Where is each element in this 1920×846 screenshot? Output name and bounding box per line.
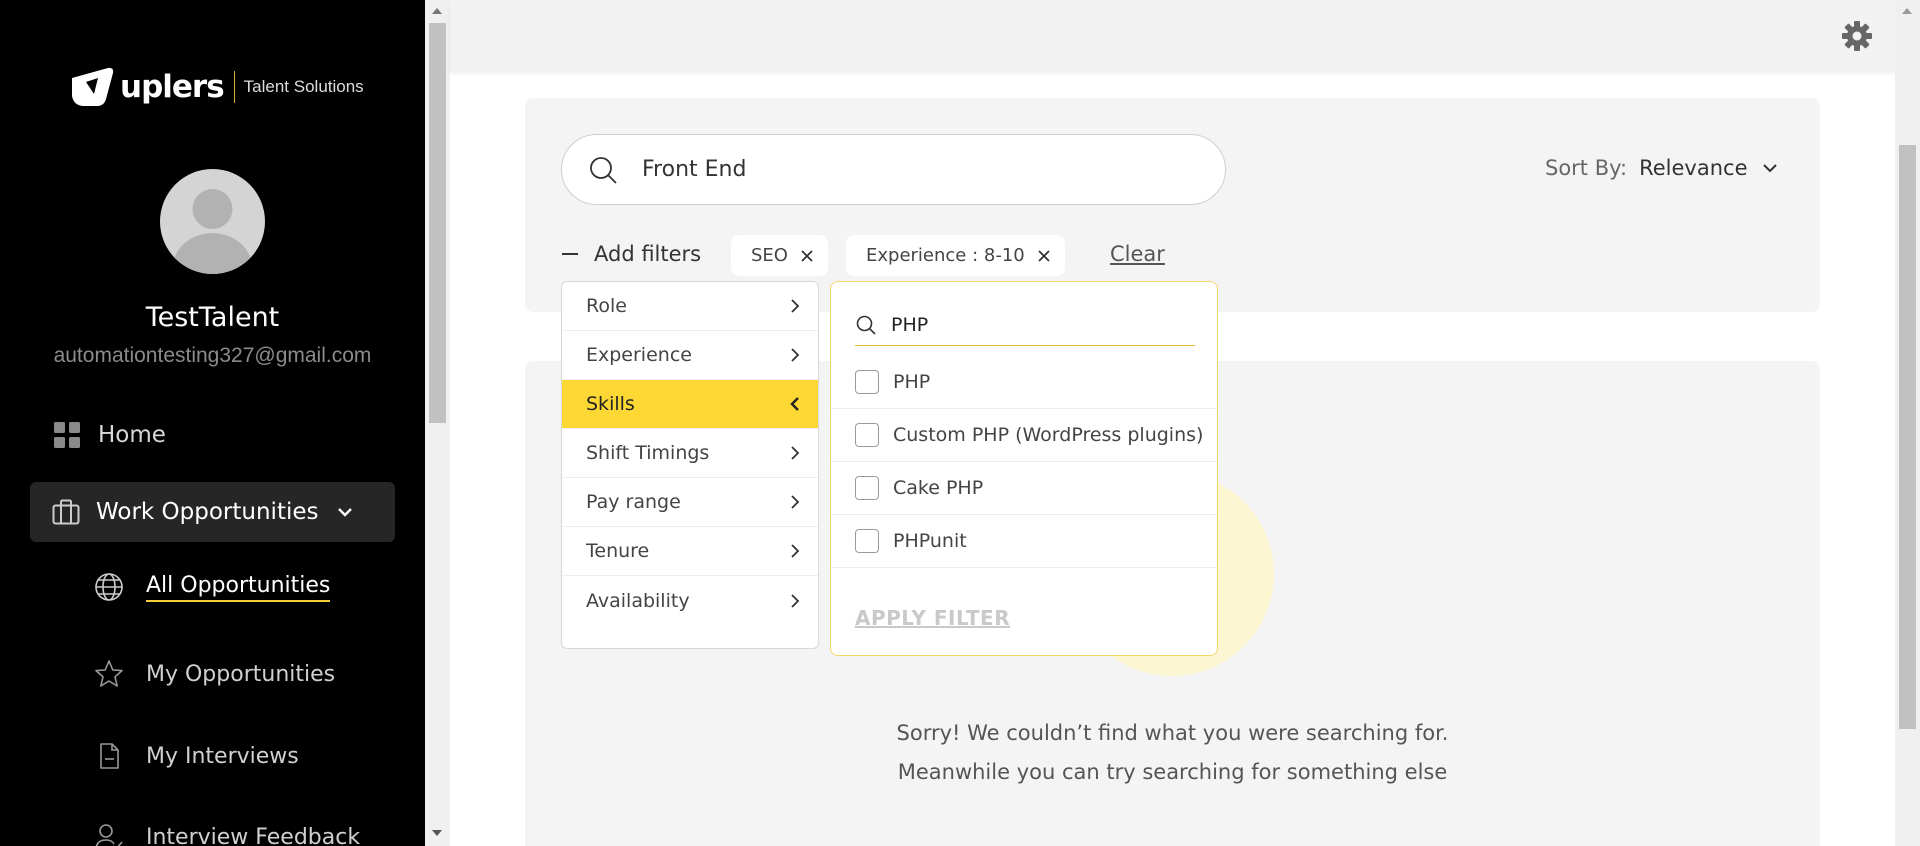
chevron-right-icon <box>791 495 800 509</box>
close-icon[interactable] <box>800 249 814 263</box>
profile-email: automationtesting327@gmail.com <box>53 344 372 367</box>
filter-category-label: Tenure <box>586 540 650 562</box>
nav-home[interactable]: Home <box>54 422 166 448</box>
filter-chip-seo: SEO <box>731 235 828 276</box>
search-icon <box>856 315 876 335</box>
add-filters-label: Add filters <box>594 242 702 266</box>
nav-interview-feedback-label: Interview Feedback <box>146 824 361 846</box>
chevron-down-icon <box>1762 164 1777 173</box>
profile-name: TestTalent <box>145 302 280 333</box>
skill-option[interactable]: Custom PHP (WordPress plugins) <box>831 409 1217 462</box>
checkbox[interactable] <box>855 476 879 500</box>
nav-work-label: Work Opportunities <box>96 499 319 525</box>
grid-icon <box>54 422 80 448</box>
chevron-right-icon <box>791 299 800 313</box>
document-icon <box>100 743 119 769</box>
sort-dropdown[interactable]: Sort By: Relevance <box>1545 156 1778 180</box>
uplers-logo-icon <box>72 67 114 106</box>
avatar[interactable] <box>160 169 265 274</box>
logo-wordmark: uplers <box>120 69 225 105</box>
filter-category-availability[interactable]: Availability <box>562 576 818 625</box>
user-check-icon <box>95 824 123 846</box>
filter-category-label: Experience <box>586 344 692 366</box>
filter-category-label: Pay range <box>586 491 681 513</box>
scroll-down-arrow-icon[interactable] <box>432 830 442 836</box>
sidebar: uplers Talent Solutions TestTalent autom… <box>0 0 425 846</box>
search-input[interactable]: Front End <box>561 134 1226 205</box>
logo[interactable]: uplers Talent Solutions <box>68 66 364 108</box>
search-value: Front End <box>642 157 747 182</box>
close-icon[interactable] <box>1037 249 1051 263</box>
chevron-right-icon <box>791 446 800 460</box>
top-bar <box>450 0 1897 72</box>
filter-category-label: Skills <box>586 393 635 415</box>
chevron-down-icon <box>337 508 352 517</box>
skill-option[interactable]: Cake PHP <box>831 462 1217 515</box>
filter-category-shift-timings[interactable]: Shift Timings <box>562 429 818 478</box>
skill-option-label: PHPunit <box>893 530 967 552</box>
chevron-right-icon <box>791 593 800 608</box>
sidebar-scrollbar[interactable] <box>425 0 450 846</box>
skills-filter-panel: PHP PHP Custom PHP (WordPress plugins) C… <box>830 281 1218 656</box>
chevron-right-icon <box>791 348 800 362</box>
skill-option-label: Custom PHP (WordPress plugins) <box>893 424 1204 446</box>
globe-icon <box>95 573 123 601</box>
nav-interview-feedback[interactable]: Interview Feedback <box>94 822 360 846</box>
filter-category-pay-range[interactable]: Pay range <box>562 478 818 527</box>
skill-option-label: Cake PHP <box>893 477 984 499</box>
nav-all-opportunities[interactable]: All Opportunities <box>94 572 331 602</box>
filter-chip-experience: Experience : 8-10 <box>846 235 1065 276</box>
nav-my-opportunities-label: My Opportunities <box>146 661 336 687</box>
gear-icon[interactable] <box>1841 20 1873 52</box>
filter-category-tenure[interactable]: Tenure <box>562 527 818 576</box>
minus-icon <box>562 253 578 255</box>
filter-category-label: Availability <box>586 589 690 612</box>
main-scrollbar[interactable] <box>1895 0 1920 846</box>
empty-state-message-line1: Sorry! We couldn’t find what you were se… <box>896 721 1449 745</box>
sort-label: Sort By: <box>1545 156 1628 180</box>
nav-home-label: Home <box>98 422 166 448</box>
skill-option[interactable]: PHP <box>831 356 1217 409</box>
user-silhouette-icon <box>172 189 253 274</box>
nav-all-opportunities-label: All Opportunities <box>146 573 331 602</box>
nav-my-interviews[interactable]: My Interviews <box>94 741 299 771</box>
main-scroll-thumb[interactable] <box>1899 145 1916 729</box>
star-icon <box>95 660 123 687</box>
nav-my-opportunities[interactable]: My Opportunities <box>94 659 335 689</box>
filter-category-experience[interactable]: Experience <box>562 331 818 380</box>
sidebar-scroll-thumb[interactable] <box>429 23 446 423</box>
search-icon <box>590 156 617 184</box>
filter-category-menu: Role Experience Skills Shift Timings Pay… <box>561 281 819 649</box>
sort-value: Relevance <box>1639 156 1748 180</box>
checkbox[interactable] <box>855 423 879 447</box>
nav-work-opportunities[interactable]: Work Opportunities <box>30 482 395 542</box>
chevron-left-icon <box>790 397 799 411</box>
clear-filters-link[interactable]: Clear <box>1110 242 1165 266</box>
add-filters-toggle[interactable]: Add filters <box>562 242 701 266</box>
filter-chip-label: SEO <box>751 245 788 266</box>
apply-filter-button[interactable]: APPLY FILTER <box>855 606 1010 630</box>
chevron-right-icon <box>791 544 800 558</box>
briefcase-icon <box>52 499 80 525</box>
filter-category-label: Role <box>586 295 627 317</box>
filter-chip-label: Experience : 8-10 <box>866 245 1025 266</box>
filter-category-skills[interactable]: Skills <box>562 380 818 429</box>
skill-option-label: PHP <box>893 371 931 393</box>
skill-option[interactable]: PHPunit <box>831 515 1217 568</box>
search-panel <box>525 98 1820 312</box>
checkbox[interactable] <box>855 370 879 394</box>
scroll-up-arrow-icon[interactable] <box>1902 8 1912 14</box>
empty-state-message-line2: Meanwhile you can try searching for some… <box>897 760 1448 784</box>
scroll-up-arrow-icon[interactable] <box>432 8 442 14</box>
skills-search-input[interactable]: PHP <box>855 304 1195 346</box>
checkbox[interactable] <box>855 529 879 553</box>
nav-my-interviews-label: My Interviews <box>146 743 299 769</box>
logo-subtitle: Talent Solutions <box>243 77 364 96</box>
filter-category-label: Shift Timings <box>586 442 710 464</box>
filter-category-role[interactable]: Role <box>562 282 818 331</box>
skills-search-value: PHP <box>891 313 929 336</box>
logo-divider <box>233 71 235 103</box>
